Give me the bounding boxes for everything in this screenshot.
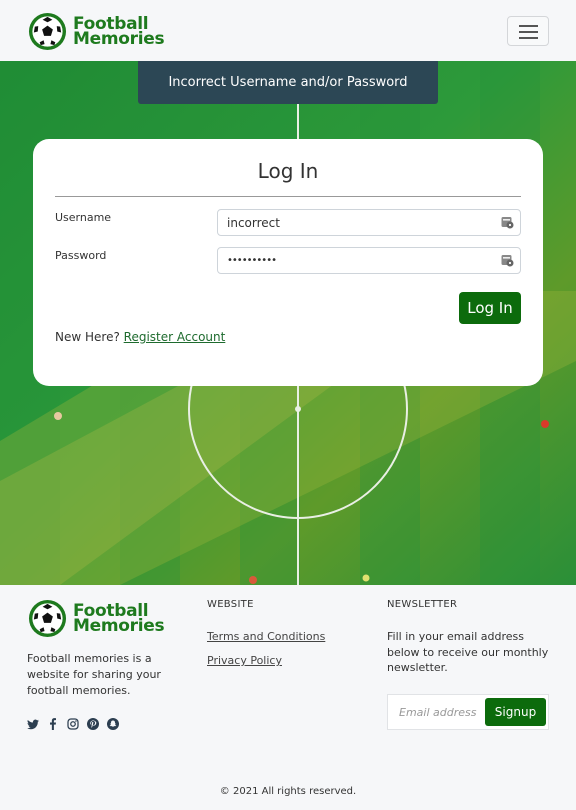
brand-line-2: Memories: [73, 28, 165, 49]
newsletter-heading: NEWSLETTER: [387, 599, 458, 610]
email-input[interactable]: Email address: [399, 706, 479, 719]
password-manager-icon[interactable]: [501, 254, 514, 267]
instagram-icon[interactable]: [67, 718, 79, 730]
website-heading: WEBSITE: [207, 599, 254, 610]
footer-brand-logo[interactable]: Football Memories: [28, 599, 165, 638]
navbar: Football Memories: [0, 0, 576, 61]
newsletter-text: Fill in your email address below to rece…: [387, 630, 549, 674]
error-alert: Incorrect Username and/or Password: [138, 61, 438, 104]
football-icon: [28, 12, 67, 51]
snapchat-icon[interactable]: [107, 718, 119, 730]
login-card: Log In Username incorrect Password •••••…: [33, 139, 543, 386]
brand-logo[interactable]: Football Memories: [28, 12, 165, 51]
pinterest-icon[interactable]: [87, 718, 99, 730]
password-input[interactable]: ••••••••••: [217, 247, 521, 274]
footer-brand-line-2: Memories: [73, 615, 165, 636]
username-label: Username: [55, 211, 112, 224]
signup-button[interactable]: Signup: [485, 698, 546, 726]
username-input[interactable]: incorrect: [217, 209, 521, 236]
copyright: © 2021 All rights reserved.: [219, 786, 357, 797]
privacy-link[interactable]: Privacy Policy: [207, 654, 282, 667]
login-button[interactable]: Log In: [459, 292, 521, 324]
hamburger-icon[interactable]: [507, 16, 549, 46]
football-icon: [28, 599, 67, 638]
footer-description: Football memories is a website for shari…: [27, 652, 161, 697]
register-prompt: New Here? Register Account: [55, 330, 225, 344]
twitter-icon[interactable]: [27, 718, 39, 730]
terms-link[interactable]: Terms and Conditions: [207, 630, 325, 643]
password-label: Password: [55, 249, 107, 262]
facebook-icon[interactable]: [47, 718, 59, 730]
newsletter-form: Email address Signup: [387, 694, 549, 730]
footer: Football Memories Football memories is a…: [0, 585, 576, 810]
register-link[interactable]: Register Account: [124, 330, 226, 344]
password-manager-icon[interactable]: [501, 216, 514, 229]
new-here-text: New Here?: [55, 330, 120, 344]
login-title: Log In: [257, 159, 319, 183]
social-links: [27, 718, 119, 730]
username-value: incorrect: [227, 215, 280, 230]
password-value: ••••••••••: [227, 255, 277, 266]
title-divider: [55, 196, 521, 197]
